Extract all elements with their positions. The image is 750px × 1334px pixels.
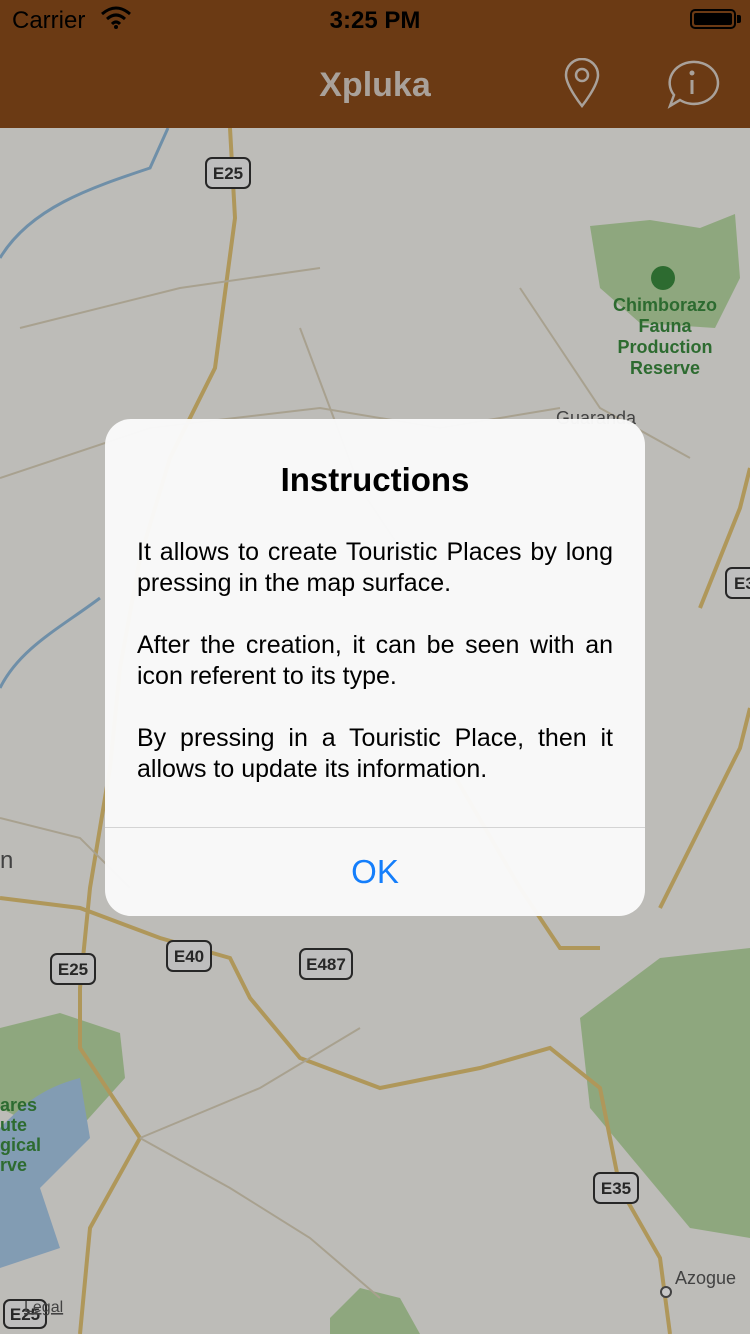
nav-title: Xpluka [319, 66, 431, 104]
ok-button[interactable]: OK [105, 828, 645, 916]
status-time: 3:25 PM [329, 7, 421, 34]
alert-paragraph: By pressing in a Touristic Place, then i… [137, 724, 613, 783]
battery-icon [690, 9, 736, 29]
alert-message: It allows to create Touristic Places by … [137, 537, 613, 816]
instructions-alert: Instructions It allows to create Tourist… [105, 419, 645, 916]
alert-paragraph: After the creation, it can be seen with … [137, 631, 613, 690]
battery-tip [737, 15, 741, 23]
navigation-bar: Xpluka [0, 40, 750, 128]
alert-title: Instructions [280, 461, 470, 498]
location-pin-icon[interactable] [562, 57, 602, 115]
alert-paragraph: It allows to create Touristic Places by … [137, 538, 613, 597]
status-bar: Carrier 3:25 PM [0, 0, 750, 40]
info-bubble-icon[interactable] [664, 58, 720, 115]
